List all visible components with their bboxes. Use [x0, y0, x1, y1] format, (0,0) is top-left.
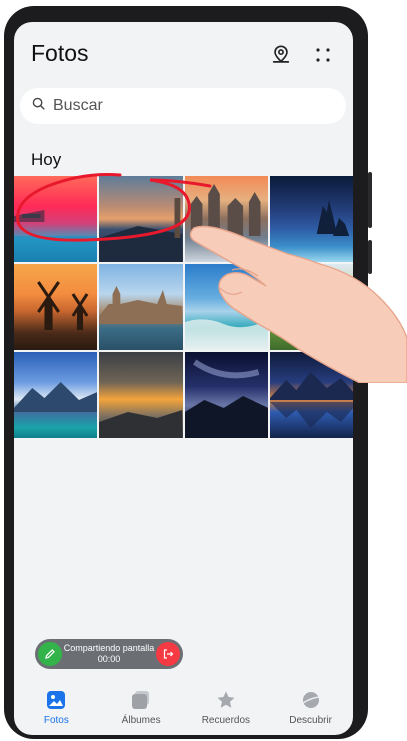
red-circle-annotation	[16, 173, 212, 242]
annotation-overlay	[16, 173, 212, 242]
